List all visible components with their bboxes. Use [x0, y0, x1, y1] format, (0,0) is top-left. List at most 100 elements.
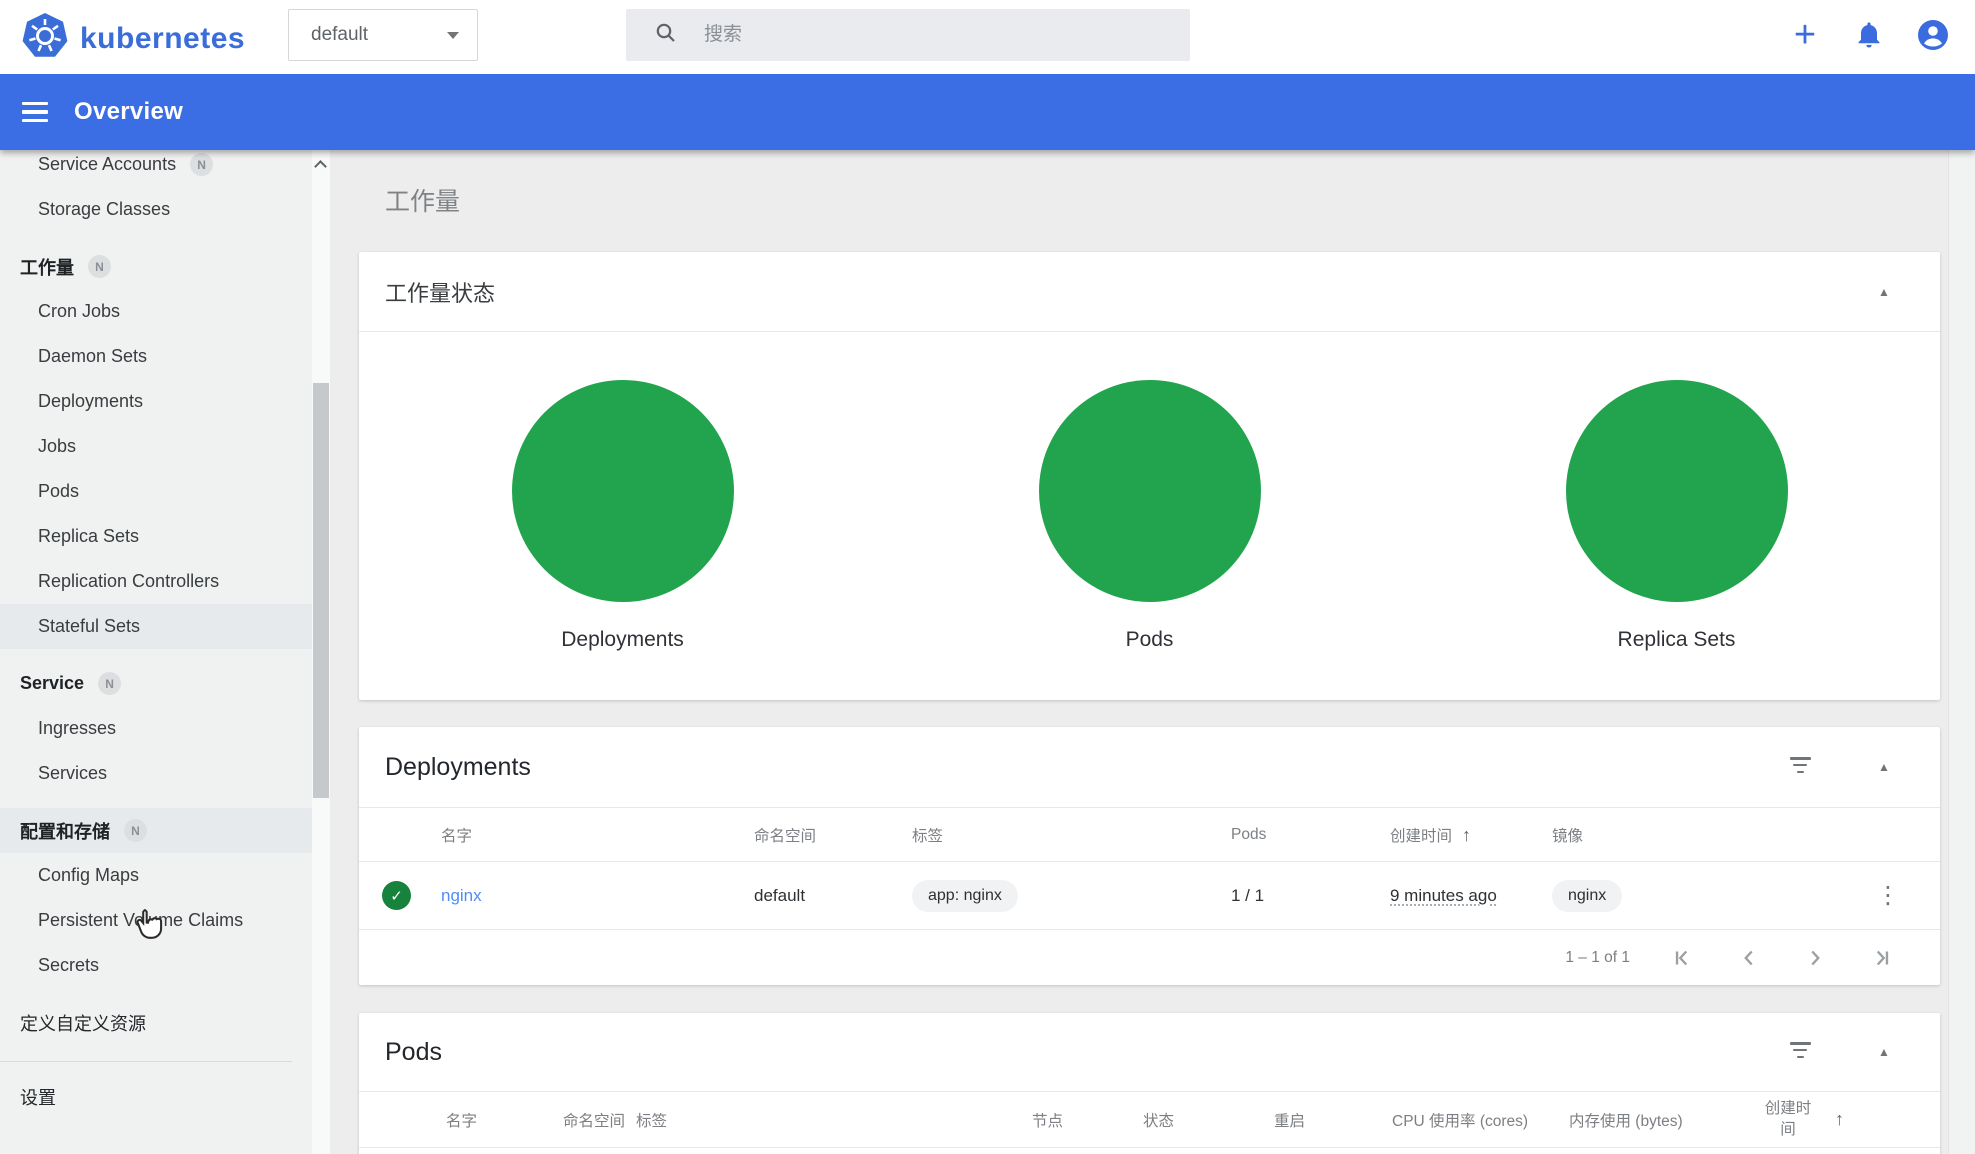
sidebar-item-services[interactable]: Services — [0, 751, 312, 796]
sidebar-item-cron-jobs[interactable]: Cron Jobs — [0, 289, 312, 334]
filter-icon[interactable] — [1788, 757, 1812, 777]
new-badge: N — [98, 672, 121, 695]
created-cell: 9 minutes ago — [1390, 886, 1552, 906]
main-scrollbar[interactable] — [1948, 150, 1975, 1154]
main-content: 工作量 工作量状态 ▲ DeploymentsPodsReplica Sets … — [330, 150, 1975, 1154]
collapse-icon[interactable]: ▲ — [1872, 285, 1896, 299]
column-header-cn[interactable]: 名字 — [441, 824, 754, 846]
column-header-cn[interactable]: 命名空间 — [563, 1109, 636, 1131]
sidebar-item-daemon-sets[interactable]: Daemon Sets — [0, 334, 312, 379]
healthy-donut-chart[interactable] — [512, 380, 734, 602]
pagination-range: 1 – 1 of 1 — [1565, 949, 1630, 967]
sidebar-item-pods[interactable]: Pods — [0, 469, 312, 514]
label-chip[interactable]: app: nginx — [912, 880, 1018, 912]
sidebar-item-ingresses[interactable]: Ingresses — [0, 706, 312, 751]
sidebar-item-persistent-volume-claims[interactable]: Persistent Volume Claims — [0, 898, 312, 943]
sidebar-item-label: Cron Jobs — [38, 301, 120, 322]
chevron-down-icon — [447, 32, 459, 39]
sidebar-scrollbar[interactable] — [312, 150, 330, 1154]
column-header-pods[interactable]: Pods — [1231, 826, 1390, 844]
sidebar-item-label: Service Accounts — [38, 154, 176, 175]
column-header-cn[interactable]: 镜像 — [1552, 824, 1842, 846]
column-header-cn[interactable]: 创建时间↑ — [1390, 824, 1552, 846]
healthy-donut-chart[interactable] — [1566, 380, 1788, 602]
sidebar-item-storage-classes[interactable]: Storage Classes — [0, 187, 312, 232]
row-menu-icon[interactable]: ⋮ — [1876, 884, 1900, 908]
sort-asc-icon[interactable]: ↑ — [1835, 1109, 1844, 1129]
column-header-cn[interactable]: 标签 — [636, 1109, 1032, 1131]
sidebar-scrollbar-thumb[interactable] — [313, 383, 329, 798]
column-header-cn[interactable]: 节点 — [1032, 1109, 1143, 1131]
notifications-button[interactable] — [1837, 5, 1901, 69]
account-button[interactable] — [1901, 5, 1965, 69]
table-row[interactable]: ✓nginxdefaultapp: nginx1 / 19 minutes ag… — [359, 862, 1940, 930]
sidebar-item-service-accounts[interactable]: Service Accounts N — [0, 150, 312, 187]
sidebar-item-stateful-sets[interactable]: Stateful Sets — [0, 604, 312, 649]
deployments-table-body: ✓nginxdefaultapp: nginx1 / 19 minutes ag… — [359, 862, 1940, 930]
column-header-cn[interactable]: 创建时间 — [1747, 1099, 1835, 1141]
column-header-cpu-cores[interactable]: CPU 使用率 (cores) — [1392, 1109, 1569, 1131]
column-header-cn[interactable]: 状态 — [1143, 1109, 1274, 1131]
last-page-icon[interactable] — [1868, 945, 1894, 971]
sidebar-item-label: Ingresses — [38, 718, 116, 739]
filter-icon[interactable] — [1788, 1042, 1812, 1062]
namespace-selected-value: default — [311, 24, 447, 46]
search-input[interactable] — [704, 24, 1124, 46]
chart-label: Replica Sets — [1618, 628, 1736, 652]
collapse-icon[interactable]: ▲ — [1872, 760, 1896, 774]
sidebar-item-cn-18[interactable]: 定义自定义资源 — [0, 1000, 312, 1045]
previous-page-icon[interactable] — [1736, 945, 1762, 971]
sidebar-item-label: Deployments — [38, 391, 143, 412]
sidebar-nav: Service Accounts N Storage Classes 工作量N Cron… — [0, 150, 312, 1119]
column-header-bytes[interactable]: 内存使用 (bytes) — [1569, 1109, 1747, 1131]
sidebar-item-jobs[interactable]: Jobs — [0, 424, 312, 469]
sidebar-item-replication-controllers[interactable]: Replication Controllers — [0, 559, 312, 604]
column-header-cn[interactable]: 命名空间 — [754, 824, 912, 846]
workload-status-chart: Pods — [886, 332, 1413, 652]
sidebar-item-label: Stateful Sets — [38, 616, 140, 637]
namespace-selector[interactable]: default — [288, 9, 478, 61]
sidebar-item-config-maps[interactable]: Config Maps — [0, 853, 312, 898]
image-chip[interactable]: nginx — [1552, 880, 1622, 912]
kubernetes-logo[interactable]: kubernetes — [22, 13, 245, 64]
sidebar-item-secrets[interactable]: Secrets — [0, 943, 312, 988]
column-header-cn[interactable]: 重启 — [1274, 1109, 1392, 1131]
page-heading: Overview — [74, 98, 183, 126]
sort-asc-icon[interactable]: ↑ — [1462, 825, 1471, 845]
workload-status-charts: DeploymentsPodsReplica Sets — [359, 332, 1940, 652]
sidebar-item-label: 定义自定义资源 — [20, 1010, 146, 1036]
images-cell: nginx — [1552, 880, 1842, 912]
sidebar-item-label: Replication Controllers — [38, 571, 219, 592]
sidebar-divider — [0, 1061, 292, 1062]
next-page-icon[interactable] — [1802, 945, 1828, 971]
sidebar-item-cn-2[interactable]: 工作量N — [0, 244, 312, 289]
sidebar-item-cn-20[interactable]: 设置 — [0, 1074, 312, 1119]
sidebar-item-replica-sets[interactable]: Replica Sets — [0, 514, 312, 559]
healthy-donut-chart[interactable] — [1039, 380, 1261, 602]
sidebar-item-label: Daemon Sets — [38, 346, 147, 367]
first-page-icon[interactable] — [1670, 945, 1696, 971]
new-badge: N — [88, 255, 111, 278]
card-title: 工作量状态 — [385, 276, 495, 308]
sidebar-item-label: Pods — [38, 481, 79, 502]
menu-icon[interactable] — [22, 99, 54, 125]
topbar-actions: + — [1773, 0, 1965, 74]
resource-link[interactable]: nginx — [441, 886, 482, 905]
status-ok-icon: ✓ — [382, 881, 411, 910]
sidebar-item-deployments[interactable]: Deployments — [0, 379, 312, 424]
search-bar[interactable] — [626, 9, 1190, 61]
sidebar-item-cn-14[interactable]: 配置和存储N — [0, 808, 312, 853]
bell-icon — [1853, 19, 1885, 56]
search-icon — [654, 21, 678, 50]
sidebar-item-label: Storage Classes — [38, 199, 170, 220]
collapse-icon[interactable]: ▲ — [1872, 1045, 1896, 1059]
column-header-cn[interactable]: 名字 — [446, 1109, 563, 1131]
relative-time: 9 minutes ago — [1390, 886, 1497, 905]
pods-card: Pods ▲ 名字命名空间标签节点状态重启CPU 使用率 (cores)内存使用… — [359, 1013, 1940, 1154]
column-header-cn[interactable]: 标签 — [912, 824, 1231, 846]
new-badge: N — [190, 153, 213, 176]
plus-icon: + — [1794, 16, 1816, 54]
create-resource-button[interactable]: + — [1773, 5, 1837, 69]
sidebar-item-service[interactable]: ServiceN — [0, 661, 312, 706]
scroll-up-icon[interactable] — [316, 160, 326, 170]
